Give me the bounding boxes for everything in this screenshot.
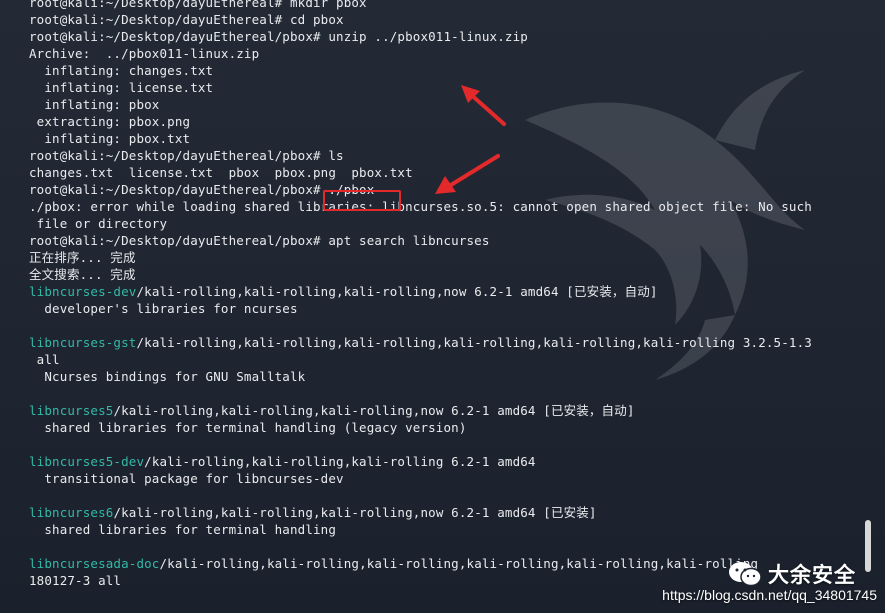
terminal-line: shared libraries for terminal handling (…	[29, 420, 467, 435]
package-name: libncurses6	[29, 505, 114, 520]
wechat-icon	[729, 562, 762, 587]
package-details: /kali-rolling,kali-rolling,kali-rolling,…	[136, 284, 658, 299]
terminal-line: root@kali:~/Desktop/dayuEthereal# mkdir …	[29, 0, 367, 10]
terminal-line: shared libraries for terminal handling	[29, 522, 337, 537]
terminal-line: inflating: changes.txt	[29, 63, 214, 78]
terminal-line: inflating: pbox	[29, 97, 160, 112]
terminal-line: ./pbox: error while loading shared libra…	[29, 199, 812, 214]
terminal-line: inflating: license.txt	[29, 80, 214, 95]
terminal-line: Ncurses bindings for GNU Smalltalk	[29, 369, 306, 384]
brand-watermark: 大余安全	[728, 559, 856, 589]
package-details: /kali-rolling,kali-rolling,kali-rolling …	[144, 454, 536, 469]
terminal-line: file or directory	[29, 216, 168, 231]
terminal-line: extracting: pbox.png	[29, 114, 191, 129]
brand-name: 大余安全	[768, 563, 856, 587]
package-details: /kali-rolling,kali-rolling,kali-rolling,…	[113, 403, 635, 418]
package-name: libncurses-gst	[29, 335, 137, 350]
terminal-output: root@kali:~/Desktop/dayuEthereal# mkdir …	[29, 0, 855, 589]
package-name: libncurses5-dev	[29, 454, 145, 469]
terminal-line: libncurses6/kali-rolling,kali-rolling,ka…	[29, 504, 855, 521]
terminal-line: root@kali:~/Desktop/dayuEthereal/pbox# u…	[29, 29, 528, 44]
terminal-line: developer's libraries for ncurses	[29, 301, 298, 316]
terminal-line: 正在排序... 完成	[29, 250, 136, 265]
command-highlight-box	[323, 190, 401, 211]
annotation-arrow-icon	[461, 85, 506, 126]
annotation-arrow-icon	[435, 154, 500, 194]
package-name: libncurses5	[29, 403, 114, 418]
terminal-line: root@kali:~/Desktop/dayuEthereal/pbox# a…	[29, 233, 490, 248]
terminal-line: libncurses-gst/kali-rolling,kali-rolling…	[29, 334, 855, 351]
terminal-line: 全文搜索... 完成	[29, 267, 136, 282]
package-name: libncurses-dev	[29, 284, 137, 299]
terminal-line: libncurses5-dev/kali-rolling,kali-rollin…	[29, 453, 855, 470]
terminal-line: transitional package for libncurses-dev	[29, 471, 344, 486]
scrollbar-thumb[interactable]	[865, 520, 871, 572]
package-details: /kali-rolling,kali-rolling,kali-rolling,…	[136, 335, 812, 350]
terminal-line: root@kali:~/Desktop/dayuEthereal# cd pbo…	[29, 12, 344, 27]
terminal-window[interactable]: root@kali:~/Desktop/dayuEthereal# mkdir …	[0, 0, 885, 613]
terminal-line: Archive: ../pbox011-linux.zip	[29, 46, 260, 61]
package-name: libncursesada-doc	[29, 556, 160, 571]
terminal-line: inflating: pbox.txt	[29, 131, 191, 146]
terminal-line: all	[29, 352, 60, 367]
source-url: https://blog.csdn.net/qq_34801745	[662, 587, 877, 603]
package-details: /kali-rolling,kali-rolling,kali-rolling,…	[159, 556, 759, 571]
package-details: /kali-rolling,kali-rolling,kali-rolling,…	[113, 505, 597, 520]
terminal-line: libncurses-dev/kali-rolling,kali-rolling…	[29, 283, 855, 300]
terminal-line: libncurses5/kali-rolling,kali-rolling,ka…	[29, 402, 855, 419]
